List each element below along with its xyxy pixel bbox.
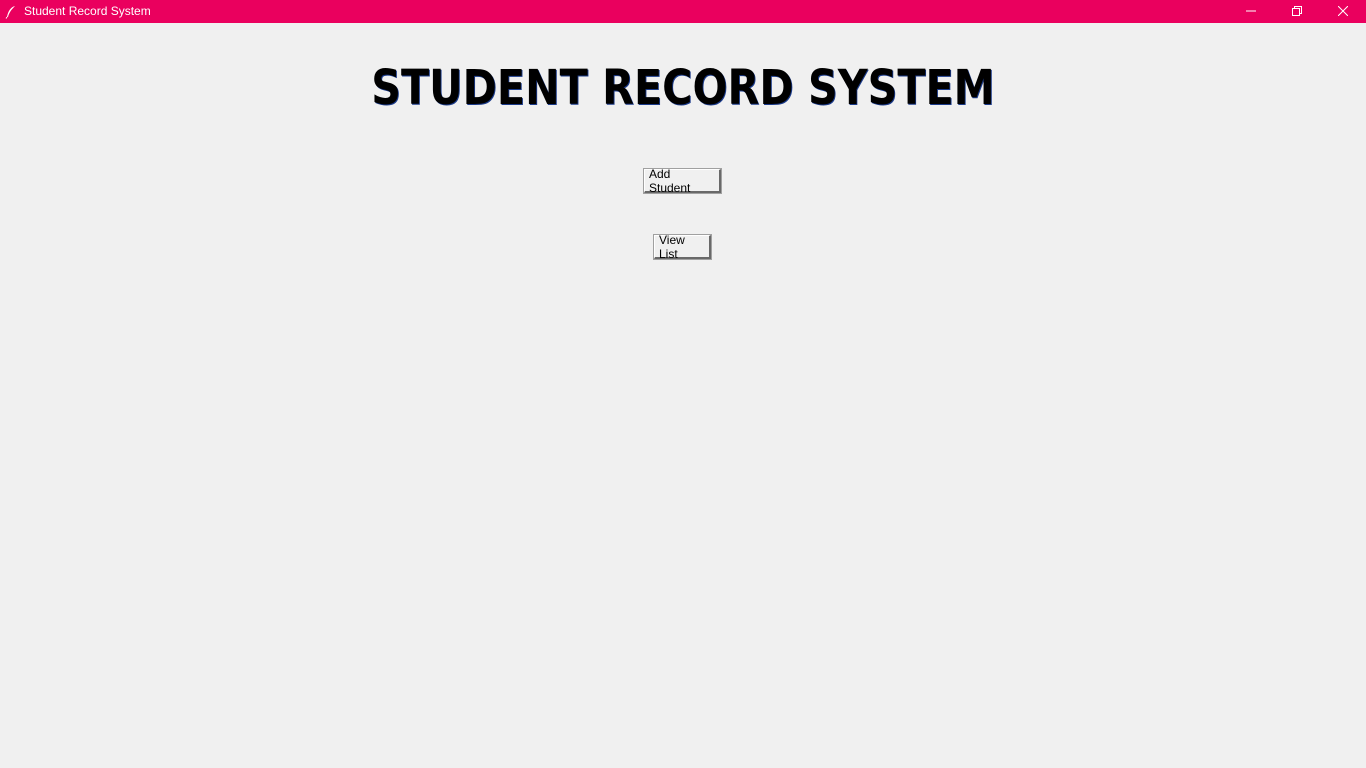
window-titlebar[interactable]: Student Record System [0,0,1366,23]
minimize-icon [1246,3,1256,21]
minimize-button[interactable] [1228,0,1274,23]
feather-icon [3,4,19,20]
main-content: STUDENT RECORD SYSTEM Add Student View L… [0,23,1366,768]
view-list-button[interactable]: View List [653,233,712,261]
page-title: STUDENT RECORD SYSTEM [371,60,995,116]
close-button[interactable] [1320,0,1366,23]
window-controls [1228,0,1366,23]
close-icon [1337,3,1349,21]
add-student-button[interactable]: Add Student [643,167,722,195]
window-title: Student Record System [24,4,151,18]
restore-icon [1292,3,1302,21]
restore-button[interactable] [1274,0,1320,23]
